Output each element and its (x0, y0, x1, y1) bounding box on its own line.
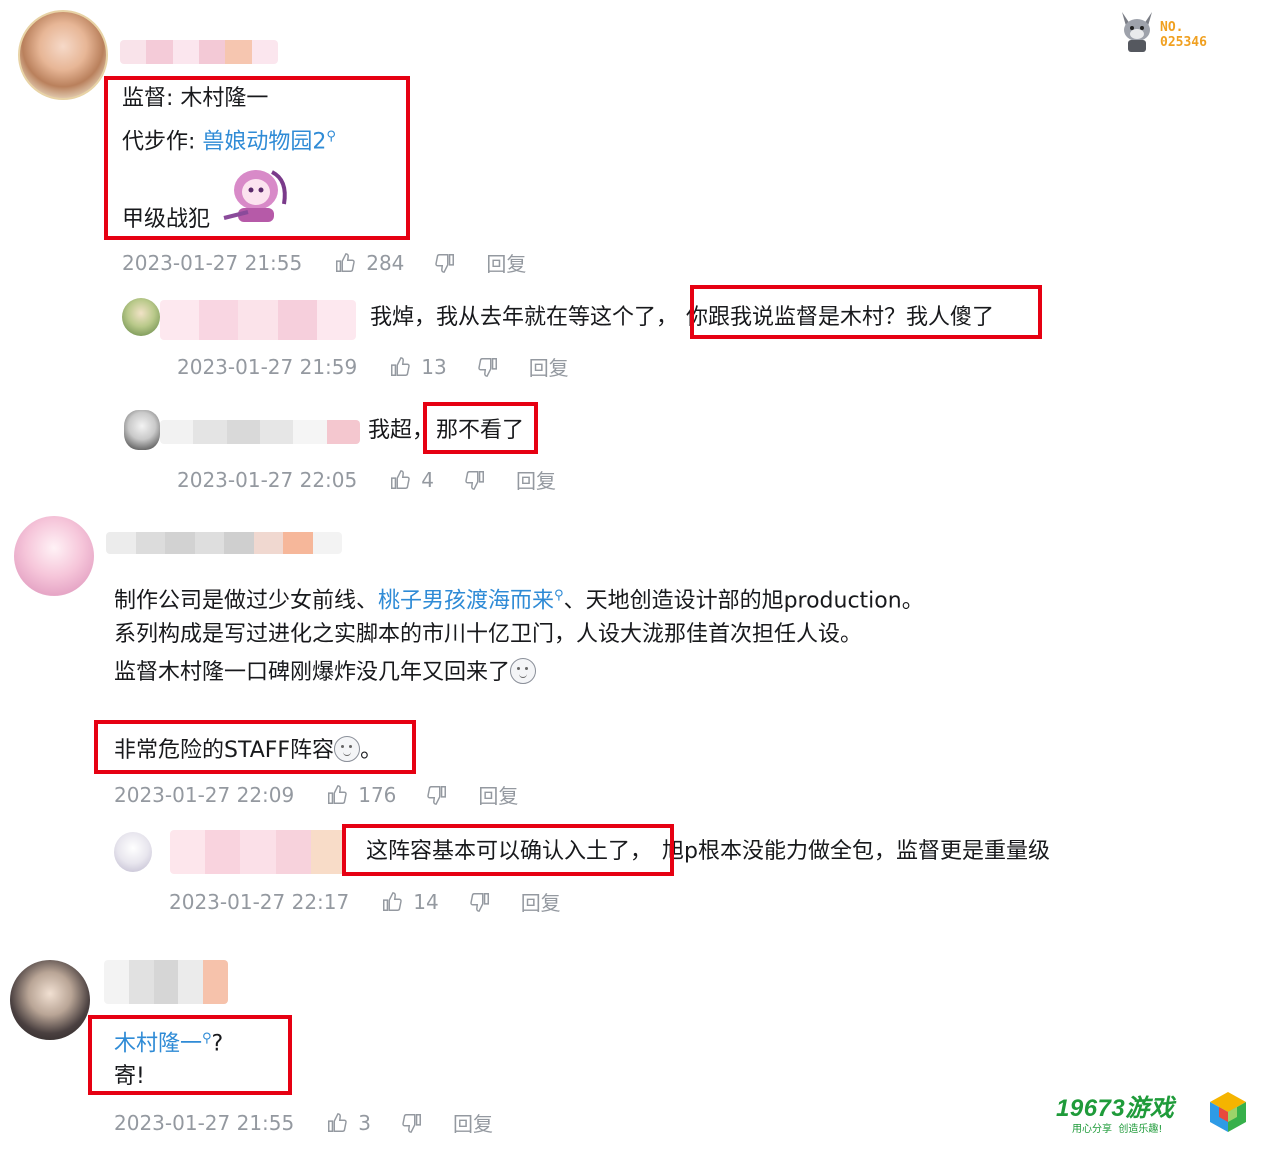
comment-meta: 2023-01-27 22:17 14 回复 (169, 887, 561, 916)
wolf-mascot-icon (1122, 12, 1152, 52)
timestamp: 2023-01-27 22:05 (177, 467, 358, 492)
reply-button[interactable]: 回复 (529, 352, 569, 381)
thumbs-up-icon (391, 469, 410, 489)
comment-meta: 2023-01-27 22:05 4 回复 (177, 465, 556, 494)
comment-text: 、天地创造设计部的旭production。 (563, 588, 924, 614)
comment-meta: 2023-01-27 21:59 13 回复 (177, 352, 569, 381)
reply-button[interactable]: 回复 (453, 1108, 493, 1137)
reply-button[interactable]: 回复 (516, 465, 556, 494)
dislike-button[interactable] (434, 252, 456, 274)
username-blurred[interactable] (104, 960, 228, 1004)
timestamp: 2023-01-27 22:09 (114, 782, 295, 807)
reply-button[interactable]: 回复 (486, 248, 526, 277)
thumbs-up-icon (336, 252, 355, 272)
like-button[interactable]: 14 (381, 889, 439, 914)
like-button[interactable]: 4 (389, 468, 434, 492)
thumbs-down-icon (427, 785, 447, 805)
thumbs-up-icon (328, 784, 347, 804)
avatar[interactable] (18, 10, 108, 100)
like-button[interactable]: 284 (334, 251, 404, 275)
comment-meta: 2023-01-27 21:55 284 回复 (122, 248, 526, 277)
comment-meta: 2023-01-27 22:09 176 回复 (114, 780, 518, 809)
reply-button[interactable]: 回复 (478, 780, 518, 809)
thumbs-down-icon (435, 253, 455, 273)
highlight-box (94, 720, 416, 774)
dislike-button[interactable] (464, 469, 486, 491)
thumbs-down-icon (477, 357, 497, 377)
watermark: NO. 025346 (1118, 10, 1238, 58)
dislike-button[interactable] (469, 891, 491, 913)
like-button[interactable]: 13 (389, 354, 447, 379)
comment-line: 制作公司是做过少女前线、桃子男孩渡海而来⚲、天地创造设计部的旭productio… (114, 581, 924, 616)
username-blurred[interactable] (160, 420, 360, 444)
timestamp: 2023-01-27 21:55 (114, 1110, 295, 1135)
dislike-button[interactable] (477, 356, 499, 378)
like-count: 3 (358, 1110, 371, 1135)
comment-meta: 2023-01-27 21:55 3 回复 (114, 1108, 493, 1137)
comment-text: 制作公司是做过少女前线、 (114, 588, 379, 614)
watermark-no-value: 025346 (1160, 35, 1207, 50)
logo-brand: 19673游戏 (1056, 1095, 1175, 1122)
like-button[interactable]: 3 (326, 1111, 371, 1135)
cube-logo-icon (1210, 1092, 1246, 1132)
dislike-button[interactable] (401, 1112, 423, 1134)
thumbs-up-icon (328, 1112, 347, 1132)
logo-tagline: 用心分享 创造乐趣! (1072, 1124, 1163, 1135)
avatar[interactable] (14, 516, 94, 596)
dislike-button[interactable] (426, 784, 448, 806)
watermark-no-label: NO. (1160, 20, 1184, 35)
reply-text-suffix: 旭p根本没能力做全包，监督更是重量级 (662, 839, 1050, 864)
avatar[interactable] (10, 960, 90, 1040)
timestamp: 2023-01-27 21:55 (122, 250, 303, 275)
reply-text-prefix: 我焯，我从去年就在等这个了， (370, 305, 679, 330)
comment-text: 监督木村隆一口碑刚爆炸没几年又回来了 (114, 660, 511, 685)
comment-line: 系列构成是写过进化之实脚本的市川十亿卫门，人设大泷那佳首次担任人设。 (114, 622, 863, 647)
highlight-box (104, 76, 410, 240)
highlight-box (88, 1015, 292, 1095)
thumbs-down-icon (465, 470, 484, 490)
like-button[interactable]: 176 (326, 783, 396, 807)
highlight-box (423, 402, 538, 454)
emoji-icon (510, 658, 537, 684)
highlight-box (690, 285, 1042, 339)
avatar[interactable] (114, 832, 152, 872)
thumbs-down-icon (402, 1113, 421, 1133)
like-count: 176 (358, 782, 397, 807)
like-count: 13 (421, 354, 447, 379)
thumbs-up-icon (383, 891, 402, 911)
username-blurred[interactable] (160, 300, 356, 340)
like-count: 4 (421, 467, 434, 492)
like-count: 284 (366, 250, 405, 275)
search-icon[interactable]: ⚲ (554, 588, 564, 603)
site-logo: 19673游戏 用心分享 创造乐趣! (1056, 1088, 1256, 1138)
username-blurred[interactable] (106, 532, 342, 554)
username-blurred[interactable] (120, 40, 278, 64)
timestamp: 2023-01-27 21:59 (177, 354, 358, 379)
reply-button[interactable]: 回复 (521, 887, 561, 916)
avatar[interactable] (124, 410, 160, 450)
comment-line: 监督木村隆一口碑刚爆炸没几年又回来了 (114, 658, 537, 688)
thumbs-up-icon (391, 356, 410, 376)
timestamp: 2023-01-27 22:17 (169, 889, 350, 914)
highlight-box (342, 824, 674, 876)
search-link[interactable]: 桃子男孩渡海而来 (378, 588, 554, 613)
thumbs-down-icon (469, 892, 489, 912)
username-blurred[interactable] (170, 830, 346, 874)
avatar[interactable] (122, 298, 160, 336)
like-count: 14 (413, 889, 439, 914)
